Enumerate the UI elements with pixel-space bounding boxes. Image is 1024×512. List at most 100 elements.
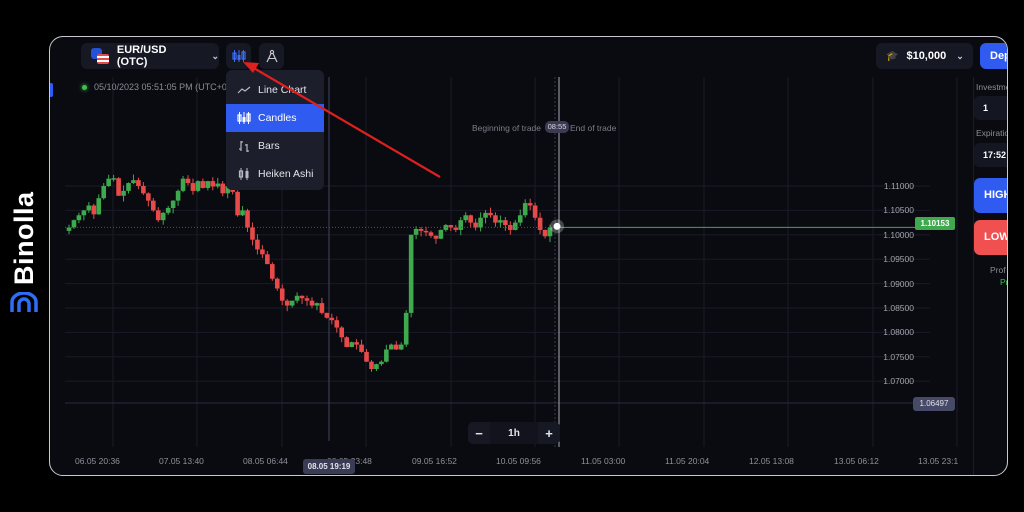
asset-label: EUR/USD (OTC) bbox=[116, 44, 167, 68]
trade-timer: 08:55 bbox=[545, 121, 569, 133]
x-tick-label: 07.05 13:40 bbox=[159, 456, 204, 466]
price-chart[interactable] bbox=[50, 37, 1008, 476]
candle-body bbox=[210, 181, 216, 187]
x-tick-label: 06.05 20:36 bbox=[75, 456, 120, 466]
candle-body bbox=[324, 312, 330, 318]
candle-body bbox=[354, 342, 359, 345]
x-tick-label: 11.05 03:00 bbox=[581, 456, 626, 466]
candle-body bbox=[180, 178, 186, 191]
expiration-input[interactable]: 17:52 bbox=[974, 143, 1007, 167]
chevron-down-icon: ⌄ bbox=[956, 50, 964, 61]
menu-item-bars[interactable]: Bars bbox=[226, 132, 324, 160]
menu-item-line-chart[interactable]: Line Chart bbox=[226, 76, 324, 104]
candle-body bbox=[235, 191, 240, 216]
y-tick-label: 1.10000 bbox=[883, 229, 914, 240]
candle-body bbox=[279, 288, 285, 301]
candle-body bbox=[116, 178, 121, 196]
candle-body bbox=[503, 220, 508, 226]
candle-body bbox=[349, 342, 354, 348]
menu-item-heiken-ashi[interactable]: Heiken Ashi bbox=[226, 160, 324, 188]
beginning-of-trade-label: Beginning of trade bbox=[472, 123, 541, 133]
x-tick-label: 08.05 06:44 bbox=[243, 456, 288, 466]
candle-body bbox=[86, 205, 92, 211]
x-tick-label: 10.05 09:56 bbox=[496, 456, 541, 466]
candle-body bbox=[111, 178, 116, 180]
candle-body bbox=[141, 186, 146, 194]
candle-body bbox=[255, 239, 260, 250]
candle-body bbox=[289, 300, 295, 306]
candle-body bbox=[463, 215, 469, 221]
candle-body bbox=[403, 312, 409, 345]
price-pulse-dot bbox=[553, 222, 561, 230]
y-tick-label: 1.07000 bbox=[883, 376, 914, 387]
timeframe-decrease-button[interactable]: − bbox=[468, 422, 490, 444]
chart-type-button[interactable] bbox=[226, 43, 251, 69]
eur-usd-flag-icon bbox=[91, 48, 109, 64]
investment-input[interactable]: 1 bbox=[974, 96, 1007, 120]
candle-body bbox=[384, 349, 389, 362]
candle-body bbox=[131, 180, 136, 184]
line-chart-icon bbox=[236, 83, 252, 97]
drawing-tools-button[interactable] bbox=[259, 43, 284, 69]
menu-item-candles[interactable]: Candles bbox=[226, 104, 324, 132]
candle-body bbox=[200, 181, 206, 188]
asset-selector[interactable]: EUR/USD (OTC) ⌄ bbox=[81, 43, 219, 69]
y-tick-label: 1.11000 bbox=[883, 181, 914, 191]
drawing-tools-icon bbox=[265, 49, 278, 63]
current-price-badge: 1.10153 bbox=[915, 217, 955, 230]
candle-body bbox=[334, 320, 340, 328]
candle-body bbox=[468, 215, 473, 223]
menu-item-label: Heiken Ashi bbox=[258, 168, 314, 180]
candle-body bbox=[413, 228, 419, 235]
candle-body bbox=[364, 351, 369, 362]
candle-body bbox=[527, 203, 533, 206]
profit-value: Pr bbox=[1000, 277, 1008, 287]
candle-body bbox=[136, 180, 141, 186]
candle-body bbox=[389, 344, 394, 350]
candle-body bbox=[428, 232, 434, 236]
low-button[interactable]: LOW bbox=[974, 220, 1007, 255]
candle-body bbox=[408, 234, 414, 313]
candle-body bbox=[359, 344, 364, 352]
high-button[interactable]: HIGH bbox=[974, 178, 1007, 213]
candle-body bbox=[294, 295, 300, 301]
x-tick-label: 12.05 13:08 bbox=[749, 456, 794, 466]
candle-body bbox=[101, 186, 107, 199]
profit-label: Prof bbox=[990, 265, 1006, 275]
menu-item-label: Bars bbox=[258, 140, 280, 152]
server-time: 05/10/2023 05:51:05 PM (UTC+0 bbox=[82, 82, 227, 92]
candles-icon bbox=[231, 50, 246, 62]
candle-body bbox=[190, 183, 196, 191]
candle-body bbox=[438, 229, 444, 239]
candle-body bbox=[265, 254, 270, 265]
brand-name: Binolla bbox=[9, 191, 39, 285]
candle-body bbox=[150, 200, 156, 211]
investment-label: Investme bbox=[976, 82, 1008, 92]
candle-body bbox=[250, 227, 255, 240]
balance-selector[interactable]: 🎓 $10,000 ⌄ bbox=[876, 43, 973, 69]
candle-body bbox=[542, 229, 548, 237]
candle-body bbox=[260, 249, 265, 255]
y-tick-label: 1.09000 bbox=[883, 278, 914, 289]
menu-item-label: Candles bbox=[258, 112, 297, 124]
candle-body bbox=[304, 298, 310, 301]
candle-body bbox=[508, 225, 513, 230]
candle-body bbox=[274, 278, 280, 289]
side-panel-tab[interactable] bbox=[50, 83, 53, 97]
candle-body bbox=[205, 181, 211, 188]
candle-body bbox=[284, 300, 290, 306]
min-price-badge: 1.06497 bbox=[913, 397, 955, 411]
candle-body bbox=[319, 303, 325, 313]
timeframe-increase-button[interactable]: + bbox=[538, 422, 560, 444]
crosshair-time-badge: 08.05 19:19 bbox=[303, 459, 355, 474]
live-indicator-icon bbox=[82, 84, 87, 90]
binolla-logo-icon bbox=[10, 292, 38, 312]
timeframe-value[interactable]: 1h bbox=[490, 422, 538, 444]
candle-body bbox=[393, 344, 399, 350]
candle-body bbox=[453, 227, 459, 230]
expiration-label: Expiratio bbox=[976, 128, 1008, 138]
candle-body bbox=[185, 178, 191, 184]
candle-body bbox=[121, 190, 126, 196]
candle-body bbox=[398, 344, 404, 350]
x-tick-label: 11.05 20:04 bbox=[665, 456, 710, 466]
